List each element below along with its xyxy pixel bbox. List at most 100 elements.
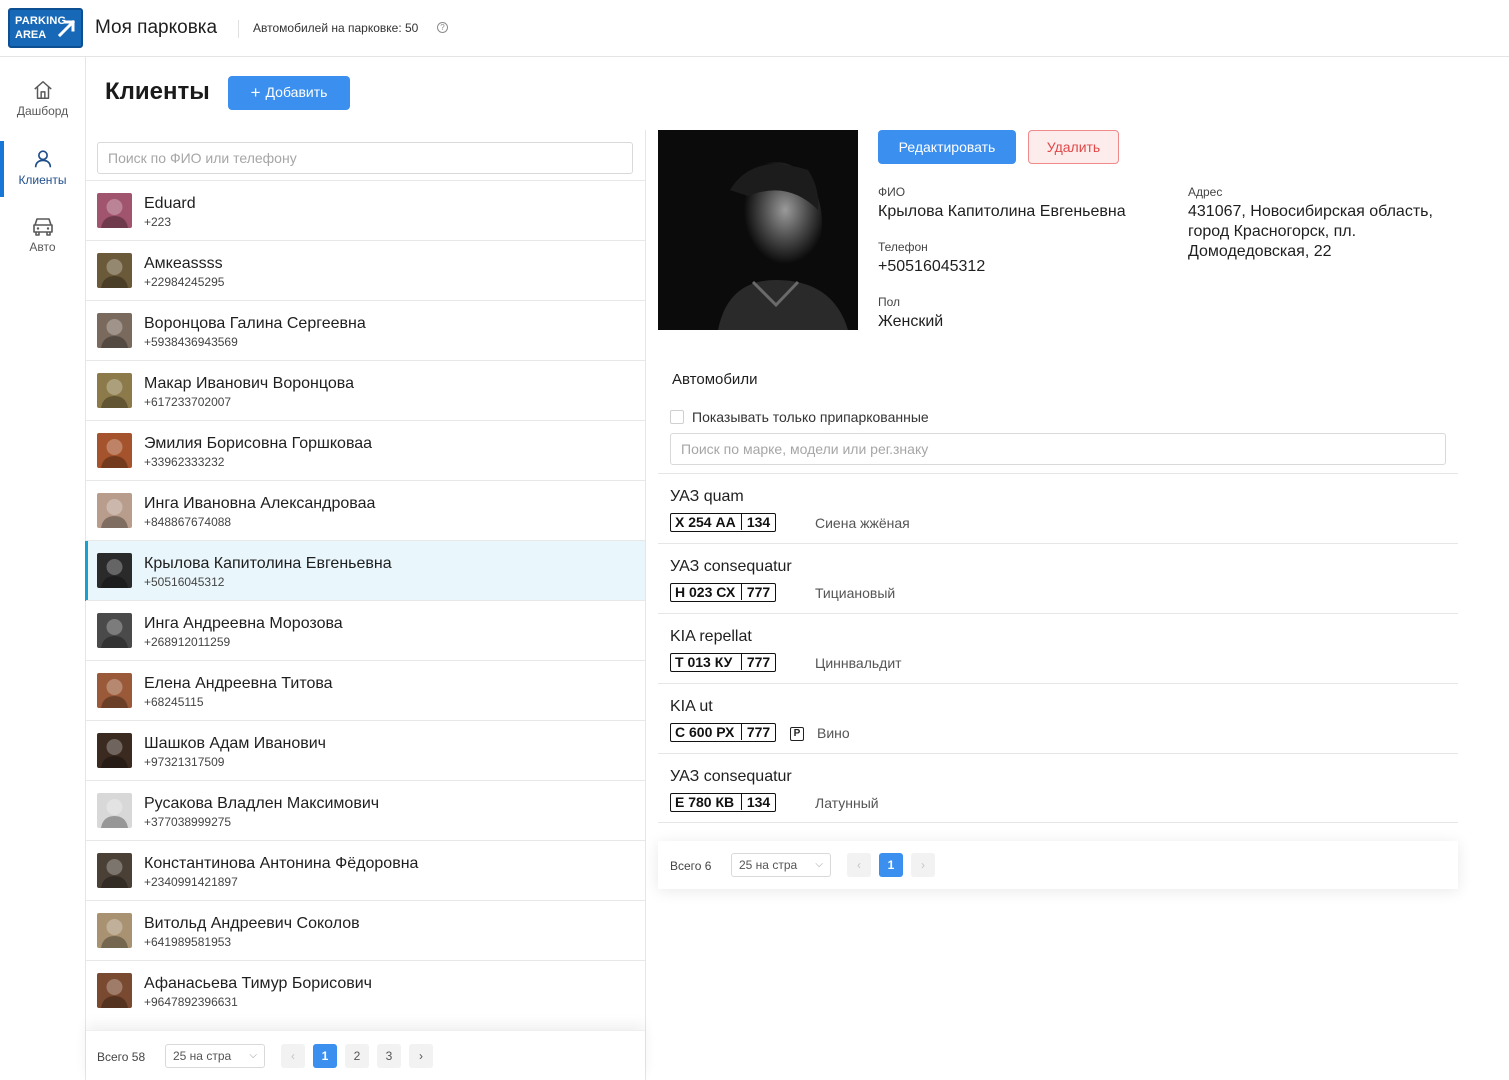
client-name: Елена Андреевна Титова [144, 675, 333, 692]
page-1-button[interactable]: 1 [879, 853, 903, 877]
client-phone: +641989581953 [144, 935, 232, 949]
prev-page-button[interactable]: ‹ [847, 853, 871, 877]
prev-page-button[interactable]: ‹ [281, 1044, 305, 1068]
avatar [97, 913, 132, 948]
client-row[interactable]: Инга Ивановна Александроваа +848867674088 [86, 480, 645, 540]
plate-region: 134 [746, 514, 771, 530]
client-name: Витольд Андреевич Соколов [144, 915, 360, 932]
only-parked-checkbox[interactable] [670, 410, 684, 424]
car-color: Латунный [815, 795, 879, 811]
clients-panel: Eduard +223 Амкеassss +22984245295 Воронцова… [85, 130, 646, 1080]
avatar [97, 433, 132, 468]
car-row[interactable]: УАЗ consequatur Н 023 СХ 777 Тициановый [658, 543, 1458, 613]
client-phone: +9647892396631 [144, 995, 238, 1009]
parking-area-logo[interactable]: PARKING AREA [8, 8, 83, 48]
client-name: Шашков Адам Иванович [144, 735, 326, 752]
avatar [97, 373, 132, 408]
client-phone: +5938436943569 [144, 335, 238, 349]
client-name: Eduard [144, 195, 196, 212]
car-row[interactable]: KIA ut С 600 РХ 777 P Вино [658, 683, 1458, 753]
client-row[interactable]: Eduard +223 [86, 180, 645, 240]
client-name: Амкеassss [144, 255, 223, 272]
car-name: УАЗ consequatur [670, 768, 792, 785]
license-plate: Х 254 АА 134 [670, 513, 776, 532]
car-row[interactable]: УАЗ consequatur Е 780 КВ 134 Латунный [658, 753, 1458, 823]
gender-value: Женский [878, 313, 944, 330]
car-row[interactable]: УАЗ quam Х 254 АА 134 Сиена жжёная [658, 473, 1458, 543]
page-size-select[interactable]: 25 на стра ⌵ [165, 1044, 265, 1068]
client-search-input[interactable] [97, 142, 633, 174]
client-phone: +2340991421897 [144, 875, 238, 889]
parked-icon: P [790, 727, 804, 741]
client-name: Крылова Капитолина Евгеньевна [144, 555, 392, 572]
delete-client-button[interactable]: Удалить [1028, 130, 1119, 164]
next-page-button[interactable]: › [911, 853, 935, 877]
client-phone: +268912011259 [144, 635, 231, 649]
client-phone: +68245115 [144, 695, 204, 709]
page-title: Клиенты [105, 78, 210, 105]
client-photo [658, 130, 858, 330]
page-1-button[interactable]: 1 [313, 1044, 337, 1068]
license-plate: С 600 РХ 777 [670, 723, 776, 742]
license-plate: Е 780 КВ 134 [670, 793, 776, 812]
client-row[interactable]: Инга Андреевна Морозова +268912011259 [86, 600, 645, 660]
plate-number: Т 013 КУ [671, 654, 742, 670]
car-name: KIA ut [670, 698, 713, 715]
phone-label: Телефон [878, 240, 928, 254]
client-row[interactable]: Воронцова Галина Сергеевна +5938436943569 [86, 300, 645, 360]
page-2-button[interactable]: 2 [345, 1044, 369, 1068]
client-phone: +33962333232 [144, 455, 225, 469]
client-row[interactable]: Константинова Антонина Фёдоровна +2340991… [86, 840, 645, 900]
avatar [97, 613, 132, 648]
next-page-button[interactable]: › [409, 1044, 433, 1068]
client-name: Инга Ивановна Александроваа [144, 495, 376, 512]
client-list: Eduard +223 Амкеassss +22984245295 Воронцова… [85, 180, 645, 1020]
avatar [97, 733, 132, 768]
top-header: PARKING AREA Моя парковка Автомобилей на… [0, 0, 1509, 57]
client-row[interactable]: Афанасьева Тимур Борисович +9647892396631 [86, 960, 645, 1020]
client-phone: +617233702007 [144, 395, 232, 409]
client-name: Афанасьева Тимур Борисович [144, 975, 372, 992]
page-size-value: 25 на стра [739, 858, 798, 872]
car-search-input[interactable] [670, 433, 1446, 465]
license-plate: Т 013 КУ 777 [670, 653, 776, 672]
sidebar-item-dashboard[interactable]: Дашборд [0, 79, 85, 135]
client-row[interactable]: Эмилия Борисовна Горшковаа +33962333232 [86, 420, 645, 480]
client-row[interactable]: Шашков Адам Иванович +97321317509 [86, 720, 645, 780]
clients-total: Всего 58 [97, 1050, 146, 1064]
client-row[interactable]: Макар Иванович Воронцова +617233702007 [86, 360, 645, 420]
phone-value: +50516045312 [878, 258, 986, 275]
avatar [97, 253, 132, 288]
fio-value: Крылова Капитолина Евгеньевна [878, 203, 1126, 220]
clients-pagination: Всего 58 25 на стра ⌵ ‹ 1 2 3 › [86, 1030, 645, 1080]
edit-client-button[interactable]: Редактировать [878, 130, 1016, 164]
client-row[interactable]: Елена Андреевна Титова +68245115 [86, 660, 645, 720]
car-color: Вино [817, 725, 850, 741]
avatar [97, 493, 132, 528]
cars-page-size-select[interactable]: 25 на стра ⌵ [731, 853, 831, 877]
client-row[interactable]: Крылова Капитолина Евгеньевна +5051604531… [85, 540, 645, 601]
gender-label: Пол [878, 295, 901, 309]
page-3-button[interactable]: 3 [377, 1044, 401, 1068]
client-name: Инга Андреевна Морозова [144, 615, 343, 632]
avatar [97, 973, 132, 1008]
car-row[interactable]: KIA repellat Т 013 КУ 777 Циннвальдит [658, 613, 1458, 683]
car-color: Сиена жжёная [815, 515, 910, 531]
avatar [97, 313, 132, 348]
app-title: Моя парковка [95, 17, 218, 38]
only-parked-label[interactable]: Показывать только припаркованные [692, 409, 929, 425]
sidebar-item-cars[interactable]: Авто [0, 215, 85, 271]
client-name: Эмилия Борисовна Горшковаа [144, 435, 373, 452]
plate-number: Е 780 КВ [671, 794, 742, 810]
chevron-down-icon: ⌵ [815, 859, 823, 870]
add-client-button[interactable]: + Добавить [228, 76, 350, 110]
client-row[interactable]: Витольд Андреевич Соколов +641989581953 [86, 900, 645, 960]
client-row[interactable]: Амкеassss +22984245295 [86, 240, 645, 300]
help-icon[interactable]: ? [437, 22, 448, 33]
client-row[interactable]: Русакова Владлен Максимович +377038999275 [86, 780, 645, 840]
home-icon [33, 81, 52, 99]
portrait-image [658, 130, 858, 330]
address-value: 431067, Новосибирская область, город Кра… [1188, 203, 1433, 260]
sidebar-item-clients[interactable]: Клиенты [0, 141, 85, 197]
avatar [97, 193, 132, 228]
